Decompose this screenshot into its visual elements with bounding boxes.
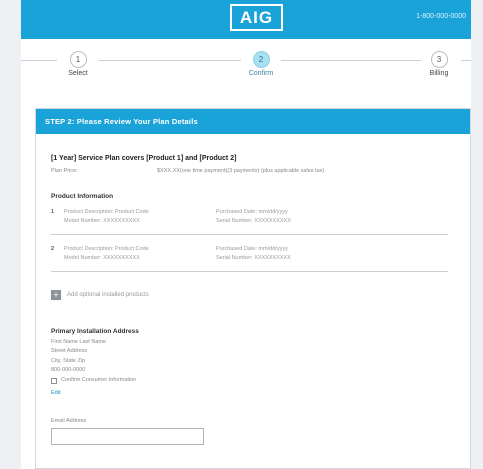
product-description: Product Description: Product Code [64,246,149,252]
add-products-row[interactable]: + Add optional installed products [51,290,455,304]
step-connector [281,60,421,61]
email-input[interactable] [51,427,204,445]
plan-price: Plan Price: $XXX.XX(one time payment)(3 … [51,168,455,176]
plan-price-label: Plan Price: [51,168,78,174]
plan-review-card: STEP 2: Please Review Your Plan Details … [35,108,471,469]
divider [51,234,448,235]
step-select[interactable]: 1 Select [48,51,108,77]
product-description: Product Description: Product Code [64,209,149,215]
product-number: 1 [51,209,55,215]
step-label: Select [68,70,88,77]
product-item: 2 Product Description: Product Code Mode… [51,246,455,268]
progress-stepper: 1 Select 2 Confirm 3 Billing [21,39,471,97]
aig-logo[interactable]: AIG [230,4,283,31]
add-icon[interactable]: + [51,290,61,300]
confirm-consumer-row[interactable]: Confirm Consumer Information [51,377,455,386]
product-info-title: Product Information [51,193,114,200]
edit-link[interactable]: Edit [51,390,455,396]
step-number: 3 [430,51,448,68]
step-confirm[interactable]: 2 Confirm [231,51,291,77]
step-label: Confirm [248,70,274,77]
card-heading: STEP 2: Please Review Your Plan Details [36,109,470,134]
product-model: Model Number: XXXXXXXXXX [64,218,140,224]
step-label: Billing [429,70,449,77]
plan-price-value: $XXX.XX(one time payment)(3 payments) (p… [157,168,325,174]
header-bar: AIG 1-800-000-0000 [21,0,471,39]
add-products-label[interactable]: Add optional installed products [67,292,149,298]
step-number: 1 [69,51,87,68]
product-serial: Serial Number: XXXXXXXXXX [216,218,291,224]
product-purchased-date: Purchased Date: mm/dd/yyyy [216,246,288,252]
phone-number[interactable]: 1-800-000-0000 [416,13,466,20]
product-serial: Serial Number: XXXXXXXXXX [216,255,291,261]
confirm-consumer-label[interactable]: Confirm Consumer Information [61,377,136,383]
email-label: Email Address [51,418,87,424]
plan-title: [1 Year] Service Plan covers [Product 1]… [51,155,237,162]
address-city-state-zip: City, State Zip [51,357,86,364]
divider [51,271,448,272]
step-connector [98,60,241,61]
confirm-consumer-checkbox[interactable] [51,378,57,384]
page: AIG 1-800-000-0000 1 Select 2 Confirm 3 … [21,0,471,469]
address-name: First Name Last Name [51,338,107,345]
product-purchased-date: Purchased Date: mm/dd/yyyy [216,209,288,215]
address-title: Primary Installation Address [51,328,139,335]
address-street: Street Address [51,348,88,354]
product-item: 1 Product Description: Product Code Mode… [51,209,455,231]
step-billing[interactable]: 3 Billing [409,51,469,77]
product-model: Model Number: XXXXXXXXXX [64,255,140,261]
product-number: 2 [51,246,55,252]
step-number: 2 [252,51,270,68]
address-phone: 800-000-0000 [51,367,86,373]
address-block: First Name Last Name Street Address City… [51,339,455,374]
